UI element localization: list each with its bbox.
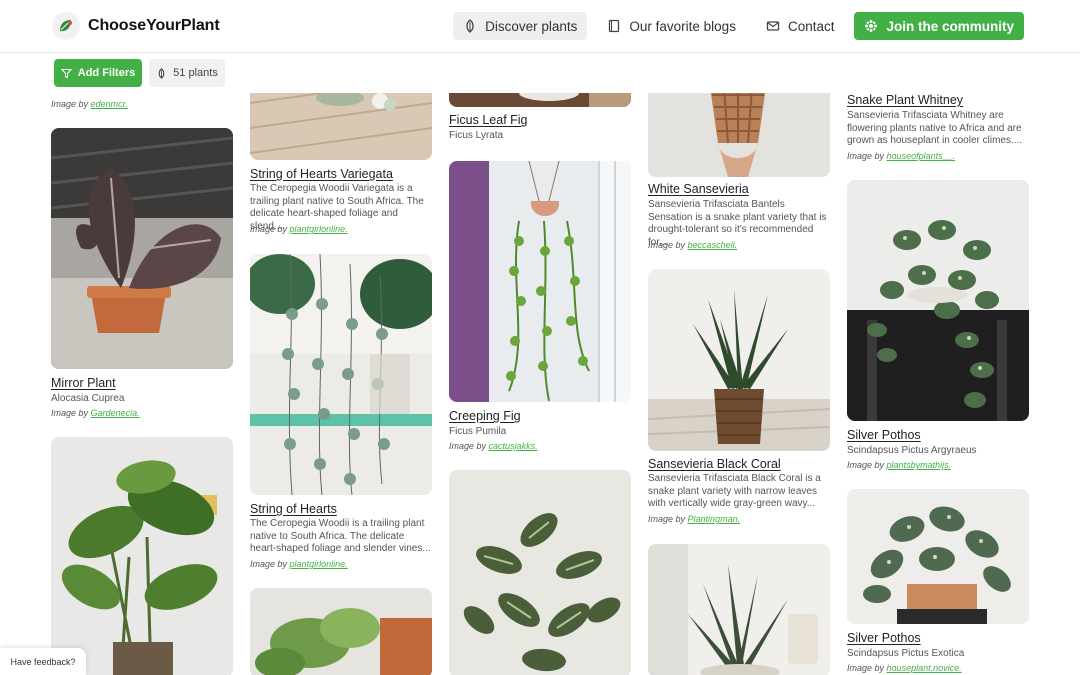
nav-contact[interactable]: Contact	[756, 12, 845, 40]
plant-subtitle: Scindapsus Pictus Argyraeus	[847, 445, 977, 456]
image-credit: Image by houseplant.novice.	[847, 663, 962, 673]
plant-title[interactable]: String of Hearts	[250, 502, 450, 516]
nav-discover-label: Discover plants	[485, 18, 578, 34]
brand-name: ChooseYourPlant	[88, 17, 220, 34]
nav-contact-label: Contact	[787, 18, 835, 34]
top-header: ChooseYourPlant Discover plants Our favo…	[0, 0, 1080, 53]
credit-link[interactable]: Gardenecia.	[91, 408, 140, 418]
image-credit: Image by Gardenecia.	[51, 408, 140, 418]
plant-photo[interactable]	[51, 128, 233, 369]
plant-title[interactable]: Silver Pothos	[847, 428, 1047, 442]
plant-subtitle: Alocasia Cuprea	[51, 393, 125, 404]
plant-title[interactable]: White Sansevieria	[648, 182, 848, 196]
book-icon	[609, 19, 620, 33]
plant-title[interactable]: String of Hearts Variegata	[250, 167, 450, 181]
credit-link[interactable]: plantsbymathijs.	[887, 460, 952, 470]
add-filters-button[interactable]: Add Filters	[54, 59, 142, 87]
plant-subtitle: Ficus Pumila	[449, 426, 507, 437]
nav-discover-plants[interactable]: Discover plants	[453, 12, 588, 40]
credit-link[interactable]: edenmcr.	[91, 99, 128, 109]
image-credit: Image by cactusjakks.	[449, 441, 538, 451]
plant-subtitle: Ficus Lyrata	[449, 130, 504, 141]
credit-link[interactable]: beccaschell.	[688, 240, 738, 250]
plant-photo[interactable]	[449, 161, 631, 402]
image-credit: Image by edenmcr.	[51, 99, 128, 109]
filter-bar: Add Filters 51 plants	[0, 53, 1080, 93]
feedback-label: Have feedback?	[10, 656, 76, 667]
image-credit: Image by plantgirlonline.	[250, 559, 348, 569]
main-nav: Discover plants Our favorite blogs Conta…	[453, 12, 1024, 40]
plant-title[interactable]: Ficus Leaf Fig	[449, 113, 649, 127]
plant-photo[interactable]	[250, 588, 432, 675]
image-credit: Image by beccaschell.	[648, 240, 738, 250]
add-filters-label: Add Filters	[77, 67, 136, 79]
join-community-button[interactable]: Join the community	[854, 12, 1024, 40]
credit-link[interactable]: plantgirlonline.	[290, 224, 348, 234]
community-icon	[865, 20, 878, 32]
image-credit: Image by Plantingman.	[648, 514, 741, 524]
join-label: Join the community	[886, 18, 1014, 34]
plant-photo[interactable]	[847, 489, 1029, 624]
nav-blogs-label: Our favorite blogs	[629, 18, 736, 34]
credit-link[interactable]: houseofplants__.	[887, 151, 956, 161]
plant-title[interactable]: Silver Pothos	[847, 631, 1047, 645]
plant-description: Sansevieria Trifasciata Black Coral is a…	[648, 473, 821, 509]
plant-title[interactable]: Creeping Fig	[449, 409, 649, 423]
image-credit: Image by houseofplants__.	[847, 151, 956, 161]
brand[interactable]: ChooseYourPlant	[52, 12, 220, 40]
image-credit: Image by plantgirlonline.	[250, 224, 348, 234]
leaf-logo-icon	[52, 12, 80, 40]
plant-photo[interactable]	[250, 254, 432, 495]
plant-description: The Ceropegia Woodii is a trailing plant…	[250, 518, 431, 554]
credit-link[interactable]: houseplant.novice.	[887, 663, 962, 673]
leaf-icon	[466, 19, 474, 33]
plant-photo[interactable]	[648, 269, 830, 451]
plant-count-badge: 51 plants	[149, 59, 225, 87]
filter-icon	[60, 68, 72, 78]
plant-photo[interactable]	[648, 544, 830, 675]
credit-link[interactable]: Plantingman.	[688, 514, 741, 524]
plant-title[interactable]: Snake Plant Whitney	[847, 93, 1047, 107]
credit-link[interactable]: plantgirlonline.	[290, 559, 348, 569]
plant-photo[interactable]	[847, 180, 1029, 421]
plant-subtitle: Scindapsus Pictus Exotica	[847, 648, 965, 659]
nav-favorite-blogs[interactable]: Our favorite blogs	[597, 12, 746, 40]
plant-description: Sansevieria Trifasciata Whitney are flow…	[847, 110, 1023, 146]
image-credit: Image by plantsbymathijs.	[847, 460, 952, 470]
plant-title[interactable]: Sansevieria Black Coral	[648, 457, 848, 471]
credit-link[interactable]: cactusjakks.	[489, 441, 538, 451]
plant-photo[interactable]	[51, 437, 233, 675]
mail-icon	[766, 21, 780, 31]
plant-photo[interactable]	[449, 470, 631, 675]
plant-title[interactable]: Mirror Plant	[51, 376, 251, 390]
feedback-tab[interactable]: Have feedback?	[0, 648, 86, 675]
plant-count-label: 51 plants	[173, 67, 218, 79]
leaf-icon	[158, 67, 165, 79]
